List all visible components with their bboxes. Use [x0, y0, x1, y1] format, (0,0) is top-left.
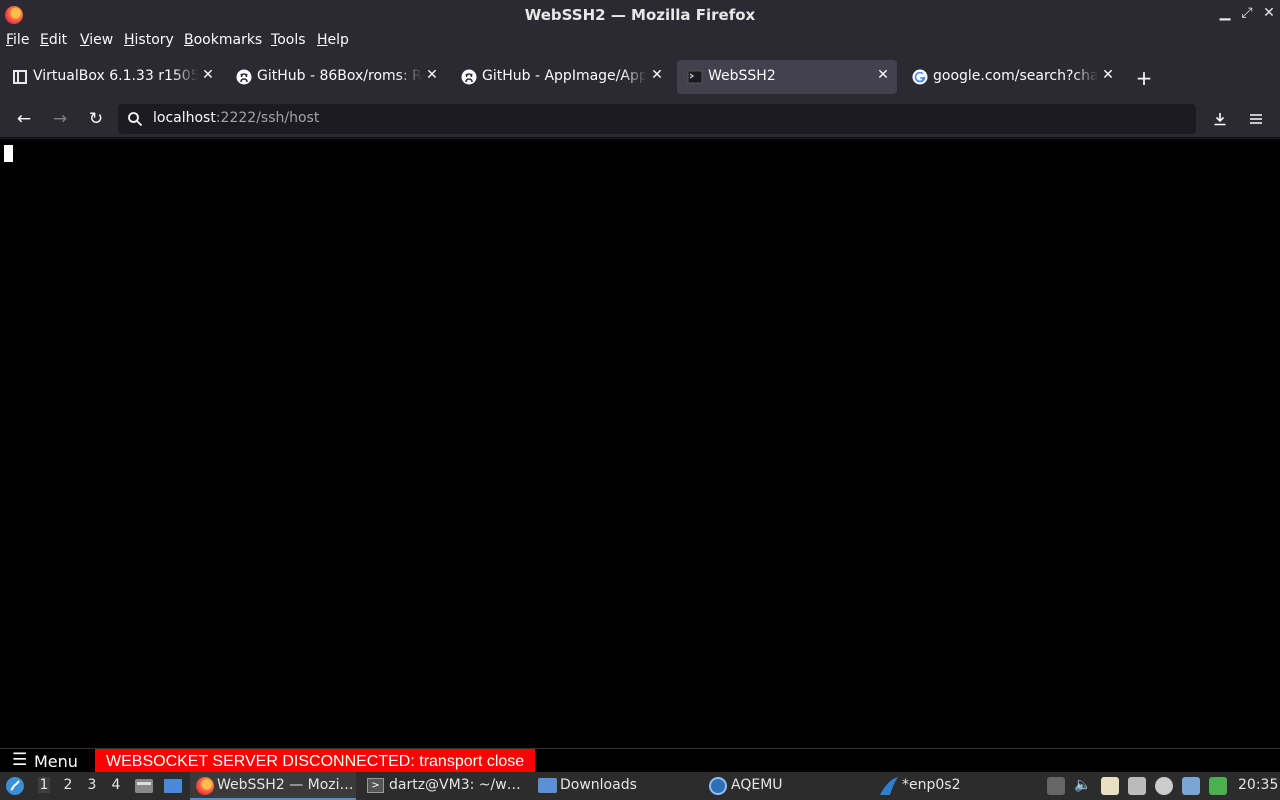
minimize-icon[interactable]: ▁ [1216, 5, 1234, 21]
menu-help[interactable]: Help [317, 32, 349, 48]
restore-icon[interactable]: ⤢ [1238, 5, 1256, 21]
notification-icon[interactable] [1182, 777, 1200, 795]
menu-view[interactable]: View [80, 32, 113, 48]
connection-status-message: WEBSOCKET SERVER DISCONNECTED: transport… [95, 749, 535, 773]
tab-label: WebSSH2 [708, 68, 776, 84]
terminal-icon [687, 70, 703, 84]
tab-github-86box[interactable]: GitHub - 86Box/roms: RO ✕ [226, 60, 446, 94]
volume-icon[interactable]: 🔈 [1074, 777, 1092, 795]
search-icon [128, 112, 143, 127]
virtualbox-icon [13, 70, 27, 84]
back-button[interactable]: ← [12, 108, 36, 130]
webssh-menu-button[interactable]: ☰ Menu [0, 749, 94, 773]
menu-file[interactable]: File [6, 32, 29, 48]
menubar: File Edit View History Bookmarks Tools H… [0, 30, 1280, 52]
terminal-icon: > [367, 778, 384, 793]
start-menu-icon[interactable] [5, 776, 25, 796]
tab-close-icon[interactable]: ✕ [1100, 67, 1116, 85]
aqemu-icon [709, 777, 727, 795]
terminal-cursor [4, 145, 13, 162]
downloads-button[interactable] [1208, 108, 1232, 130]
app-menu-button[interactable] [1244, 108, 1268, 130]
tab-label: GitHub - 86Box/roms: RO [257, 68, 422, 84]
workspace-2[interactable]: 2 [62, 777, 74, 793]
clock: 20:35 [1238, 777, 1279, 793]
new-tab-button[interactable]: + [1134, 66, 1154, 90]
wireshark-icon [880, 777, 898, 795]
desktop-taskbar: 1 2 3 4 WebSSH2 — Mozi… > dartz@VM3: ~/w… [0, 772, 1280, 800]
file-manager-launcher-icon[interactable] [134, 777, 154, 795]
taskbar-window-firefox[interactable]: WebSSH2 — Mozi… [190, 772, 356, 800]
tab-close-icon[interactable]: ✕ [200, 67, 216, 85]
tab-close-icon[interactable]: ✕ [424, 67, 440, 85]
github-icon [461, 69, 477, 85]
tab-virtualbox[interactable]: VirtualBox 6.1.33 r150505 ✕ [2, 60, 222, 94]
hamburger-icon: ☰ [12, 750, 28, 770]
nvidia-icon[interactable] [1209, 777, 1227, 795]
tab-label: google.com/search?chan [933, 68, 1098, 84]
tray-scroll-icon[interactable] [1047, 777, 1065, 795]
tab-close-icon[interactable]: ✕ [875, 67, 891, 85]
menu-edit[interactable]: Edit [40, 32, 67, 48]
workspace-1[interactable]: 1 [38, 777, 50, 793]
navigation-toolbar: ← → ↻ localhost:2222/ssh/host [0, 100, 1280, 138]
folder-icon [538, 778, 557, 793]
firefox-icon [196, 777, 214, 795]
update-icon[interactable] [1155, 777, 1173, 795]
tab-label: GitHub - AppImage/AppImageKit [482, 68, 647, 84]
window-titlebar: WebSSH2 — Mozilla Firefox ▁ ⤢ ✕ [0, 0, 1280, 30]
show-desktop-icon[interactable] [163, 777, 183, 795]
tab-google-search[interactable]: google.com/search?chan ✕ [902, 60, 1122, 94]
tab-close-icon[interactable]: ✕ [649, 67, 665, 85]
hamburger-icon [1250, 114, 1262, 124]
menu-tools[interactable]: Tools [271, 32, 306, 48]
taskbar-window-terminal[interactable]: > dartz@VM3: ~/w… [362, 772, 528, 800]
workspace-3[interactable]: 3 [86, 777, 98, 793]
network-icon[interactable] [1128, 777, 1146, 795]
menu-history[interactable]: History [124, 32, 174, 48]
clipboard-icon[interactable] [1101, 777, 1119, 795]
download-icon [1214, 113, 1226, 126]
workspace-4[interactable]: 4 [110, 777, 122, 793]
forward-button[interactable]: → [48, 108, 72, 130]
tab-webssh2[interactable]: WebSSH2 ✕ [677, 60, 897, 94]
webssh-statusbar: ☰ Menu WEBSOCKET SERVER DISCONNECTED: tr… [0, 748, 1280, 773]
github-icon [236, 69, 252, 85]
tab-github-appimage[interactable]: GitHub - AppImage/AppImageKit ✕ [451, 60, 671, 94]
taskbar-window-downloads[interactable]: Downloads [534, 772, 700, 800]
taskbar-window-wireshark[interactable]: *enp0s2 [878, 772, 1044, 800]
tab-label: VirtualBox 6.1.33 r150505 [33, 68, 198, 84]
terminal-area[interactable] [0, 139, 1280, 748]
google-icon [912, 69, 928, 85]
url-text: localhost:2222/ssh/host [153, 110, 320, 126]
menu-bookmarks[interactable]: Bookmarks [184, 32, 262, 48]
tab-strip: VirtualBox 6.1.33 r150505 ✕ GitHub - 86B… [0, 52, 1280, 100]
taskbar-window-aqemu[interactable]: AQEMU [706, 772, 872, 800]
window-title: WebSSH2 — Mozilla Firefox [524, 6, 756, 24]
close-window-icon[interactable]: ✕ [1260, 5, 1278, 21]
reload-button[interactable]: ↻ [84, 108, 108, 130]
url-bar[interactable]: localhost:2222/ssh/host [118, 104, 1196, 134]
